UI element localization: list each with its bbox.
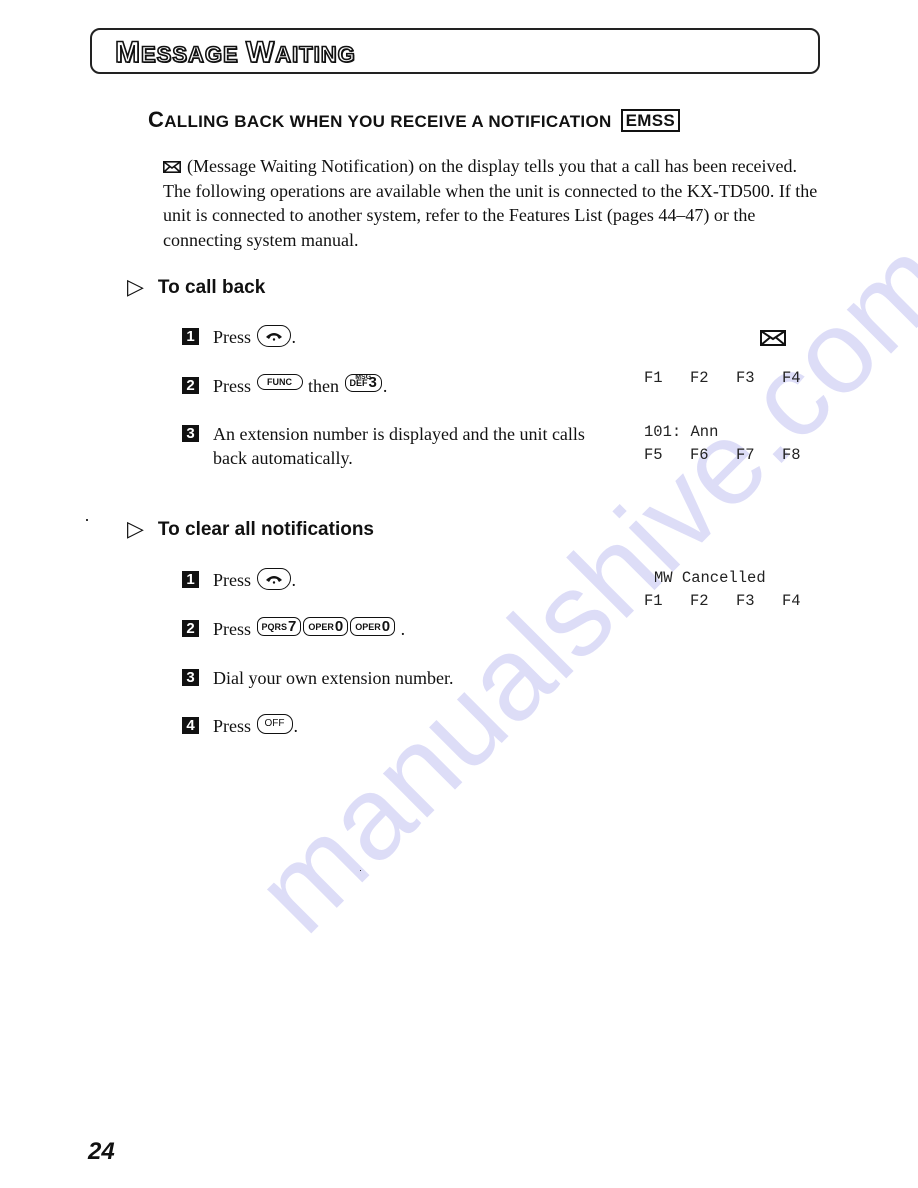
subsection-call-back: ▷ To call back — [127, 276, 265, 300]
fkey-f3: F3 — [736, 369, 755, 387]
subsection-title: To clear all notifications — [157, 519, 375, 540]
page-number: 24 — [88, 1138, 115, 1165]
subsection-title: To call back — [157, 277, 266, 298]
display-fkeys-row-2: F5 F6 F7 F8 — [644, 444, 828, 466]
step-number: 1 — [182, 328, 199, 345]
oper0-key: OPER 0 — [303, 617, 349, 636]
pqrs7-key: PQRS 7 — [256, 617, 302, 636]
fkey-f1: F1 — [644, 592, 663, 610]
chapter-title: MESSAGE WAITING — [114, 35, 356, 72]
title-cap-w: W — [245, 35, 276, 70]
step-suffix: . — [382, 376, 388, 396]
fkey-f2: F2 — [690, 592, 709, 610]
triangle-bullet-icon: ▷ — [127, 517, 144, 542]
fkey-f6: F6 — [690, 446, 709, 464]
key-digit: 0 — [381, 617, 391, 635]
envelope-icon — [163, 161, 181, 173]
section-heading-rest: ALLING BACK WHEN YOU RECEIVE A NOTIFICAT… — [164, 112, 612, 131]
step-suffix: . — [291, 570, 297, 590]
step-text: Dial your own extension number. — [213, 668, 454, 688]
fkey-f8: F8 — [782, 446, 801, 464]
title-cap-m: M — [114, 35, 141, 70]
key-digit: 7 — [288, 617, 297, 635]
display-envelope-icon — [760, 330, 786, 346]
step-number: 2 — [182, 620, 199, 637]
step-text-then: then — [308, 376, 340, 396]
def3-key: MSG DEF 3 — [344, 374, 382, 392]
section-heading: CALLING BACK WHEN YOU RECEIVE A NOTIFICA… — [148, 108, 680, 134]
display-mw-cancelled: MW Cancelled — [654, 569, 766, 587]
fkey-f5: F5 — [644, 446, 663, 464]
step-number: 4 — [182, 717, 199, 734]
clear-step-3: 3 Dial your own extension number. — [182, 666, 453, 690]
off-key: OFF — [256, 714, 293, 734]
step-text: Press — [213, 327, 252, 347]
step-suffix: . — [291, 327, 297, 347]
key-letters: OPER — [355, 621, 381, 632]
call-back-step-1: 1 Press . — [182, 325, 296, 349]
step-text: Press — [213, 376, 252, 396]
func-key: FUNC — [256, 374, 303, 390]
section-heading-cap: C — [148, 107, 165, 132]
scan-speck — [86, 519, 88, 521]
step-text: Press — [213, 716, 252, 736]
step-number: 1 — [182, 571, 199, 588]
clear-step-4: 4 Press OFF. — [182, 714, 298, 738]
step-number: 3 — [182, 669, 199, 686]
hang-up-key-icon — [256, 325, 291, 347]
emss-badge: EMSS — [620, 109, 680, 132]
fkey-f3: F3 — [736, 592, 755, 610]
key-letters: OPER — [308, 621, 334, 632]
fkey-f2: F2 — [690, 369, 709, 387]
display-fkeys-row: F1 F2 F3 F4 — [644, 590, 828, 612]
fkey-f4: F4 — [782, 592, 801, 610]
step-text: An extension number is displayed and the… — [213, 424, 585, 468]
scan-speck — [360, 870, 361, 871]
subsection-clear-all: ▷ To clear all notifications — [127, 518, 374, 542]
clear-step-1: 1 Press . — [182, 568, 296, 592]
msg-label: MSG — [355, 374, 372, 381]
call-back-step-3: 3 An extension number is displayed and t… — [182, 422, 592, 470]
display-fkeys-row-1: F1 F2 F3 F4 — [644, 367, 828, 389]
step-number: 2 — [182, 377, 199, 394]
step-suffix: . — [293, 716, 299, 736]
display-extension-line: 101: Ann — [644, 423, 719, 441]
step-text: Press — [213, 570, 252, 590]
fkey-f1: F1 — [644, 369, 663, 387]
title-rest-message: ESSAGE — [140, 41, 246, 68]
key-letters: PQRS — [261, 621, 288, 632]
step-suffix: . — [400, 619, 406, 639]
hang-up-key-icon — [256, 568, 291, 590]
fkey-f7: F7 — [736, 446, 755, 464]
intro-text: (Message Waiting Notification) on the di… — [163, 156, 818, 250]
clear-step-2: 2 Press PQRS 7 OPER 0 OPER 0 . — [182, 617, 405, 641]
step-number: 3 — [182, 425, 199, 442]
intro-paragraph: (Message Waiting Notification) on the di… — [163, 154, 823, 252]
step-text: Press — [213, 619, 252, 639]
key-digit: 0 — [334, 617, 344, 635]
triangle-bullet-icon: ▷ — [127, 275, 144, 300]
oper0-key: OPER 0 — [350, 617, 396, 636]
call-back-step-2: 2 Press FUNC then MSG DEF 3 . — [182, 374, 387, 398]
fkey-f4: F4 — [782, 369, 801, 387]
title-rest-waiting: AITING — [274, 41, 356, 68]
